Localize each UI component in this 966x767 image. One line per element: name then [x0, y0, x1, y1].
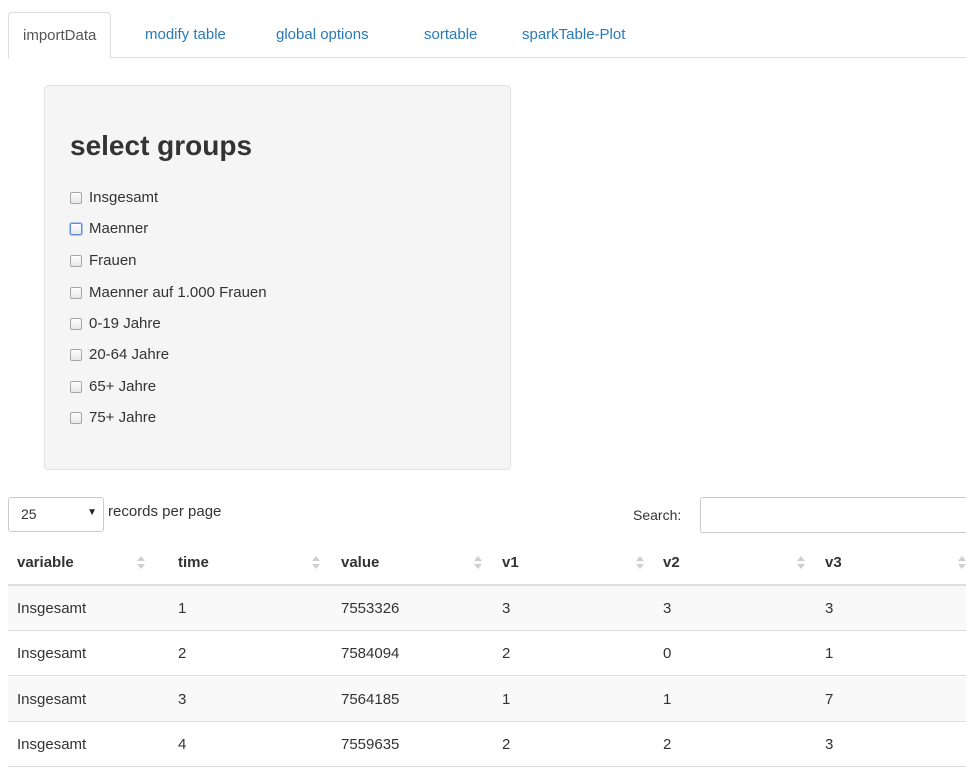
sort-icon[interactable] [312, 556, 320, 570]
column-header-value[interactable]: value [341, 552, 379, 574]
checkbox[interactable] [70, 223, 82, 235]
checkbox-label: Frauen [89, 252, 137, 269]
cell-time: 2 [178, 645, 187, 662]
select-groups-panel: select groups Insgesamt Maenner Frauen M… [44, 85, 511, 470]
checkbox-label: Maenner [89, 220, 149, 237]
table-row: Insgesamt 2 7584094 2 0 1 [8, 631, 966, 676]
tab-sortable[interactable]: sortable [424, 12, 477, 58]
checkbox-label: Insgesamt [89, 189, 159, 206]
cell-v1: 3 [502, 600, 511, 617]
cell-variable: Insgesamt [17, 736, 87, 753]
cell-v2: 3 [663, 600, 672, 617]
tab-import-data[interactable]: importData [8, 12, 112, 59]
column-header-time[interactable]: time [178, 552, 209, 574]
checkbox-label: 75+ Jahre [89, 409, 157, 426]
search-label: Search: [633, 507, 682, 523]
column-header-v1[interactable]: v1 [502, 552, 519, 574]
sort-icon[interactable] [958, 556, 966, 570]
cell-time: 1 [178, 600, 187, 617]
checkbox-label: 20-64 Jahre [89, 346, 170, 363]
sort-icon[interactable] [137, 556, 145, 570]
tab-bar: importData modify table global options s… [8, 12, 966, 59]
tab-modify-table[interactable]: modify table [145, 12, 226, 58]
column-header-v3[interactable]: v3 [825, 552, 842, 574]
chevron-down-icon: ▼ [87, 507, 97, 518]
panel-title: select groups [70, 130, 253, 161]
checkbox[interactable] [70, 287, 82, 299]
tab-global-options[interactable]: global options [276, 12, 369, 58]
checkbox-label: Maenner auf 1.000 Frauen [89, 284, 267, 301]
table-row: Insgesamt 3 7564185 1 1 7 [8, 677, 966, 722]
checkbox[interactable] [70, 412, 82, 424]
cell-v2: 0 [663, 645, 672, 662]
page-length-select[interactable]: 25 ▼ [8, 497, 104, 532]
sort-icon[interactable] [797, 556, 805, 570]
cell-v3: 1 [825, 645, 834, 662]
cell-value: 7564185 [341, 691, 400, 708]
cell-v3: 7 [825, 691, 834, 708]
checkbox-label: 65+ Jahre [89, 378, 157, 395]
checkbox[interactable] [70, 255, 82, 267]
table-row: Insgesamt 4 7559635 2 2 3 [8, 722, 966, 767]
checkbox[interactable] [70, 349, 82, 361]
cell-variable: Insgesamt [17, 645, 87, 662]
cell-variable: Insgesamt [17, 600, 87, 617]
checkbox-label: 0-19 Jahre [89, 315, 161, 332]
cell-v2: 2 [663, 736, 672, 753]
column-header-v2[interactable]: v2 [663, 552, 680, 574]
cell-v1: 2 [502, 645, 511, 662]
cell-time: 3 [178, 691, 187, 708]
table-row: Insgesamt 1 7553326 3 3 3 [8, 586, 966, 631]
cell-v3: 3 [825, 600, 834, 617]
cell-v1: 1 [502, 691, 511, 708]
cell-value: 7553326 [341, 600, 400, 617]
cell-v1: 2 [502, 736, 511, 753]
cell-variable: Insgesamt [17, 691, 87, 708]
sort-icon[interactable] [474, 556, 482, 570]
checkbox[interactable] [70, 381, 82, 393]
cell-value: 7559635 [341, 736, 400, 753]
page-length-value: 25 [21, 506, 37, 522]
page-length-label: records per page [108, 503, 222, 520]
checkbox[interactable] [70, 318, 82, 330]
column-header-variable[interactable]: variable [17, 552, 74, 574]
tab-sparktable-plot[interactable]: sparkTable-Plot [522, 12, 625, 58]
cell-time: 4 [178, 736, 187, 753]
checkbox[interactable] [70, 192, 82, 204]
search-input[interactable] [700, 497, 966, 533]
sort-icon[interactable] [636, 556, 644, 570]
cell-v2: 1 [663, 691, 672, 708]
cell-v3: 3 [825, 736, 834, 753]
cell-value: 7584094 [341, 645, 400, 662]
